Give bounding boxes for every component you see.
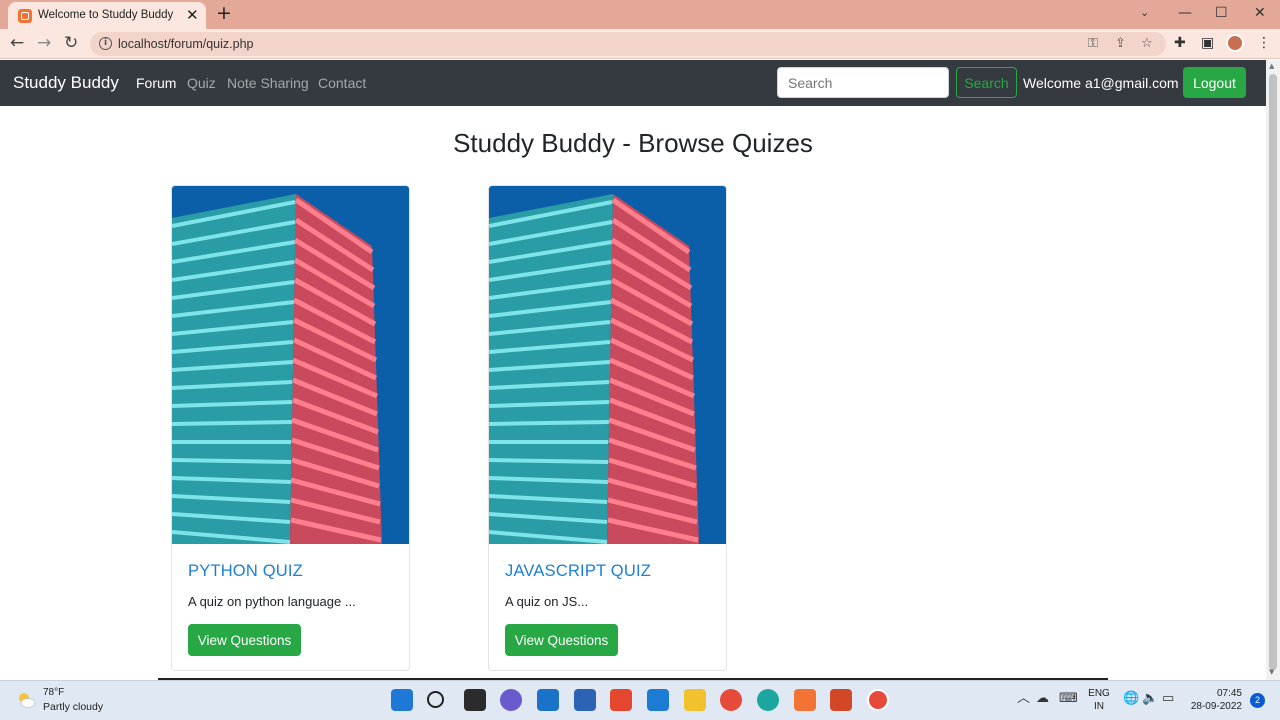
network-globe-icon[interactable]: 🌐 [1123,691,1139,707]
edge-icon[interactable] [757,689,779,711]
file-explorer-icon[interactable] [684,689,706,711]
scroll-down-icon[interactable]: ▼ [1269,668,1274,676]
card-image [172,186,410,544]
card-title[interactable]: PYTHON QUIZ [188,562,303,581]
keyboard-icon[interactable]: ⌨ [1059,691,1078,707]
reload-icon[interactable]: ↻ [64,33,78,53]
site-navbar: Studdy Buddy Forum Quiz Note Sharing Con… [0,60,1266,106]
nav-link-quiz[interactable]: Quiz [187,75,216,91]
language-top[interactable]: ENG [1086,688,1112,699]
new-tab-button[interactable]: + [216,3,232,23]
page-title: Studdy Buddy - Browse Quizes [453,128,813,158]
nav-link-contact[interactable]: Contact [318,75,366,91]
clock-time[interactable]: 07:45 [1186,688,1242,699]
view-questions-button[interactable]: View Questions [188,624,301,656]
partly-cloudy-icon[interactable] [16,690,36,710]
mail-icon[interactable] [537,689,559,711]
office-icon[interactable] [610,689,632,711]
search-input[interactable] [777,67,949,98]
scroll-thumb[interactable] [1269,74,1277,670]
tab-title: Welcome to Studdy Buddy [38,9,174,21]
weather-description[interactable]: Partly cloudy [43,701,103,713]
task-view-icon[interactable] [464,689,486,711]
volume-icon[interactable]: 🔈 [1142,691,1158,707]
share-icon[interactable]: ⇪ [1115,35,1126,53]
chrome-icon[interactable] [720,689,742,711]
scroll-up-icon[interactable]: ▲ [1269,62,1274,70]
nav-link-forum[interactable]: Forum [136,75,176,91]
card-description: A quiz on JS... [505,594,589,609]
logout-button[interactable]: Logout [1183,67,1246,98]
forward-arrow-icon[interactable]: → [37,33,51,53]
url-text[interactable]: localhost/forum/quiz.php [118,37,254,51]
site-info-icon[interactable]: i [99,37,112,50]
whiteboard-icon[interactable] [647,689,669,711]
chrome-profile-icon[interactable] [867,689,889,711]
nav-link-note-sharing[interactable]: Note Sharing [227,75,309,91]
menu-icon[interactable]: ⋮ [1257,34,1271,52]
chevron-up-icon[interactable]: ︿ [1017,691,1030,707]
quiz-card-python: PYTHON QUIZ A quiz on python language ..… [171,185,410,671]
close-window-button[interactable]: ✕ [1254,4,1266,22]
card-title[interactable]: JAVASCRIPT QUIZ [505,562,651,581]
welcome-text: Welcome a1@gmail.com [1023,75,1179,91]
teams-chat-icon[interactable] [500,689,522,711]
xampp-favicon-icon [18,9,32,23]
page-scrollbar[interactable]: ▲ ▼ [1266,60,1280,680]
browser-tab-strip: Welcome to Studdy Buddy ✕ + ⌄ — ☐ ✕ [0,0,1280,29]
card-description: A quiz on python language ... [188,594,356,609]
weather-temperature[interactable]: 78°F [43,687,64,698]
minimize-button[interactable]: — [1178,4,1192,22]
notification-badge[interactable]: 2 [1250,693,1265,708]
powerpoint-icon[interactable] [830,689,852,711]
back-arrow-icon[interactable]: ← [10,33,24,53]
clock-date[interactable]: 28-09-2022 [1186,701,1242,712]
windows-start-icon[interactable] [391,689,413,711]
search-icon[interactable] [427,691,444,708]
key-icon[interactable]: ⚿ [1088,35,1098,53]
quiz-card-javascript: JAVASCRIPT QUIZ A quiz on JS... View Que… [488,185,727,671]
star-icon[interactable]: ☆ [1141,35,1153,53]
onedrive-cloud-icon[interactable]: ☁ [1036,691,1049,707]
extensions-icon[interactable]: ✚ [1174,34,1186,52]
profile-avatar[interactable] [1226,34,1244,52]
tab-search-icon[interactable]: ⌄ [1140,4,1149,22]
search-button[interactable]: Search [956,67,1017,98]
tab-close-icon[interactable]: ✕ [186,6,199,24]
view-questions-button[interactable]: View Questions [505,624,618,656]
store-icon[interactable] [574,689,596,711]
battery-icon[interactable]: ▭ [1162,691,1174,707]
browser-toolbar: ← → ↻ i localhost/forum/quiz.php ⚿ ⇪ ☆ ✚… [0,29,1280,59]
language-bottom[interactable]: IN [1086,701,1112,712]
navbar-brand[interactable]: Studdy Buddy [13,73,119,93]
maximize-button[interactable]: ☐ [1215,4,1228,22]
card-image [489,186,727,544]
sidepanel-icon[interactable]: ▣ [1201,34,1214,52]
browser-tab[interactable]: Welcome to Studdy Buddy ✕ [8,2,206,29]
xampp-icon[interactable] [794,689,816,711]
address-bar[interactable]: i localhost/forum/quiz.php ⚿ ⇪ ☆ [90,32,1166,56]
windows-taskbar: 78°F Partly cloudy ︿ ☁ ⌨ ENG IN 🌐 🔈 ▭ 07… [0,680,1280,720]
